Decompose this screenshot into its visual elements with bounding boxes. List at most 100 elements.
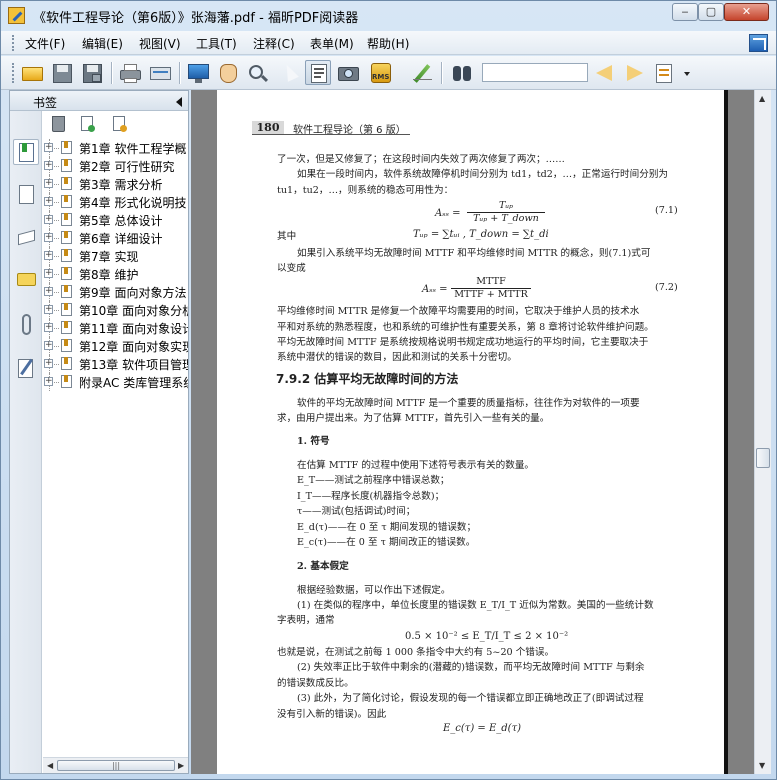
expand-icon[interactable]: + xyxy=(44,143,53,152)
panel-tab-rail xyxy=(10,111,42,773)
bookmark-item[interactable]: + 第12章 面向对象实现 xyxy=(43,337,188,355)
document-viewer[interactable]: 180 软件工程导论（第 6 版） 了一次，但是又修复了；在这段时间内失效了两次… xyxy=(191,90,754,774)
eq2-denominator: MTTF + MTTR xyxy=(454,289,528,300)
bookmark-item[interactable]: + 第8章 维护 xyxy=(43,265,188,283)
bookmark-icon xyxy=(60,230,74,245)
toolbar-grip xyxy=(12,63,15,83)
bookmark-icon xyxy=(60,194,74,209)
menu-view[interactable]: 视图(V) xyxy=(139,35,181,52)
expand-icon[interactable]: + xyxy=(44,251,53,260)
bookmark-icon xyxy=(60,248,74,263)
bookmark-item[interactable]: + 第4章 形式化说明技 xyxy=(43,193,188,211)
bookmark-icon xyxy=(60,266,74,281)
search-options-dropdown-icon[interactable] xyxy=(684,72,690,76)
collapse-panel-icon[interactable] xyxy=(176,97,182,107)
hand-tool-button[interactable] xyxy=(215,60,241,85)
minimize-button[interactable]: ‒ xyxy=(672,3,698,21)
bookmark-item[interactable]: + 第3章 需求分析 xyxy=(43,175,188,193)
restore-layout-icon[interactable] xyxy=(749,34,768,52)
scroll-up-icon[interactable]: ▲ xyxy=(759,94,765,103)
tab-pages[interactable] xyxy=(13,181,39,207)
expand-icon[interactable]: + xyxy=(44,233,53,242)
menu-form[interactable]: 表单(M) xyxy=(310,35,354,52)
sign-button[interactable] xyxy=(409,60,435,85)
body-line: 以变成 xyxy=(277,263,306,274)
expand-icon[interactable]: + xyxy=(44,377,53,386)
expand-icon[interactable]: + xyxy=(44,197,53,206)
bookmark-label: 第8章 维护 xyxy=(79,268,139,282)
search-input[interactable] xyxy=(482,63,588,82)
expand-icon[interactable]: + xyxy=(44,305,53,314)
menu-comment[interactable]: 注释(C) xyxy=(253,35,295,52)
bookmark-label: 第12章 面向对象实现 xyxy=(79,340,188,354)
snapshot-button[interactable] xyxy=(335,60,361,85)
tab-comments[interactable] xyxy=(13,268,39,294)
expand-icon[interactable]: + xyxy=(44,323,53,332)
scroll-down-icon[interactable]: ▼ xyxy=(759,761,765,770)
rms-button[interactable]: RMS xyxy=(367,60,397,85)
bookmark-item[interactable]: + 第5章 总体设计 xyxy=(43,211,188,229)
scroll-right-icon[interactable]: ▶ xyxy=(178,761,184,770)
bookmark-item[interactable]: + 第6章 详细设计 xyxy=(43,229,188,247)
menu-tools[interactable]: 工具(T) xyxy=(196,35,237,52)
expand-icon[interactable]: + xyxy=(44,359,53,368)
menu-bar: 文件(F) 编辑(E) 视图(V) 工具(T) 注释(C) 表单(M) 帮助(H… xyxy=(1,31,776,55)
panel-title: 书签 xyxy=(33,96,58,110)
expand-icon[interactable]: + xyxy=(44,287,53,296)
tab-bookmarks[interactable] xyxy=(13,139,39,165)
fullscreen-button[interactable] xyxy=(185,60,211,85)
body-line: 其中 xyxy=(277,231,297,242)
eq2-numerator: MTTF xyxy=(451,276,531,289)
bookmark-item[interactable]: + 第9章 面向对象方法 xyxy=(43,283,188,301)
eq2-lhs: Aₛₛ = xyxy=(422,284,448,295)
bookmark-item[interactable]: + 第13章 软件项目管理 xyxy=(43,355,188,373)
search-options-button[interactable] xyxy=(651,60,677,85)
find-previous-button[interactable] xyxy=(591,60,617,85)
body-line: tu1，tu2，…，则系统的稳态可用性为： xyxy=(277,185,454,196)
expand-icon[interactable]: + xyxy=(44,215,53,224)
body-line: τ——测试(包括调试)时间； xyxy=(297,506,416,517)
open-button[interactable] xyxy=(19,60,45,85)
eq-where: Tᵤₚ = ∑tᵤᵢ , T_down = ∑t_di xyxy=(413,229,549,240)
scan-button[interactable] xyxy=(147,60,173,85)
fullscreen-icon xyxy=(188,64,209,79)
body-line: E_T——测试之前程序中错误总数； xyxy=(297,475,450,486)
expand-icon[interactable]: + xyxy=(44,179,53,188)
find-button[interactable] xyxy=(449,60,475,85)
hscroll-thumb[interactable]: ||| xyxy=(57,760,175,771)
bookmark-item[interactable]: + 第7章 实现 xyxy=(43,247,188,265)
maximize-button[interactable]: ▢ xyxy=(698,3,724,21)
expand-icon[interactable]: + xyxy=(44,269,53,278)
save-all-button[interactable] xyxy=(79,60,105,85)
save-button[interactable] xyxy=(49,60,75,85)
expand-icon[interactable]: + xyxy=(44,161,53,170)
bookmark-item[interactable]: + 第1章 软件工程学概 xyxy=(43,139,188,157)
tab-signatures[interactable] xyxy=(13,355,39,381)
bookmark-item[interactable]: + 附录AC 类库管理系统 xyxy=(43,373,188,391)
zoom-tool-button[interactable] xyxy=(245,60,271,85)
find-next-button[interactable] xyxy=(621,60,647,85)
bookmark-item[interactable]: + 第2章 可行性研究 xyxy=(43,157,188,175)
scroll-left-icon[interactable]: ◀ xyxy=(47,761,53,770)
eq1-fraction: Tᵤₚ Tᵤₚ + T_down xyxy=(467,200,545,225)
delete-bookmark-icon[interactable] xyxy=(52,116,65,132)
bookmark-hscrollbar[interactable]: ◀ ||| ▶ xyxy=(43,757,188,773)
menu-file[interactable]: 文件(F) xyxy=(25,35,65,52)
bookmark-item[interactable]: + 第10章 面向对象分析 xyxy=(43,301,188,319)
bookmark-icon xyxy=(60,176,74,191)
bookmark-label: 第6章 详细设计 xyxy=(79,232,163,246)
bookmark-icon xyxy=(60,338,74,353)
tab-attachments[interactable] xyxy=(13,311,39,337)
expand-icon[interactable]: + xyxy=(44,341,53,350)
tab-layers[interactable] xyxy=(13,224,39,250)
menu-edit[interactable]: 编辑(E) xyxy=(82,35,123,52)
vscroll-thumb[interactable] xyxy=(756,448,770,468)
text-select-button[interactable] xyxy=(305,60,331,85)
eq1-number: (7.1) xyxy=(655,205,678,216)
document-vscrollbar[interactable]: ▲ ▼ xyxy=(754,90,771,774)
select-button[interactable] xyxy=(275,60,301,85)
close-button[interactable]: ✕ xyxy=(724,3,769,21)
print-button[interactable] xyxy=(117,60,143,85)
menu-help[interactable]: 帮助(H) xyxy=(367,35,409,52)
bookmark-item[interactable]: + 第11章 面向对象设计 xyxy=(43,319,188,337)
